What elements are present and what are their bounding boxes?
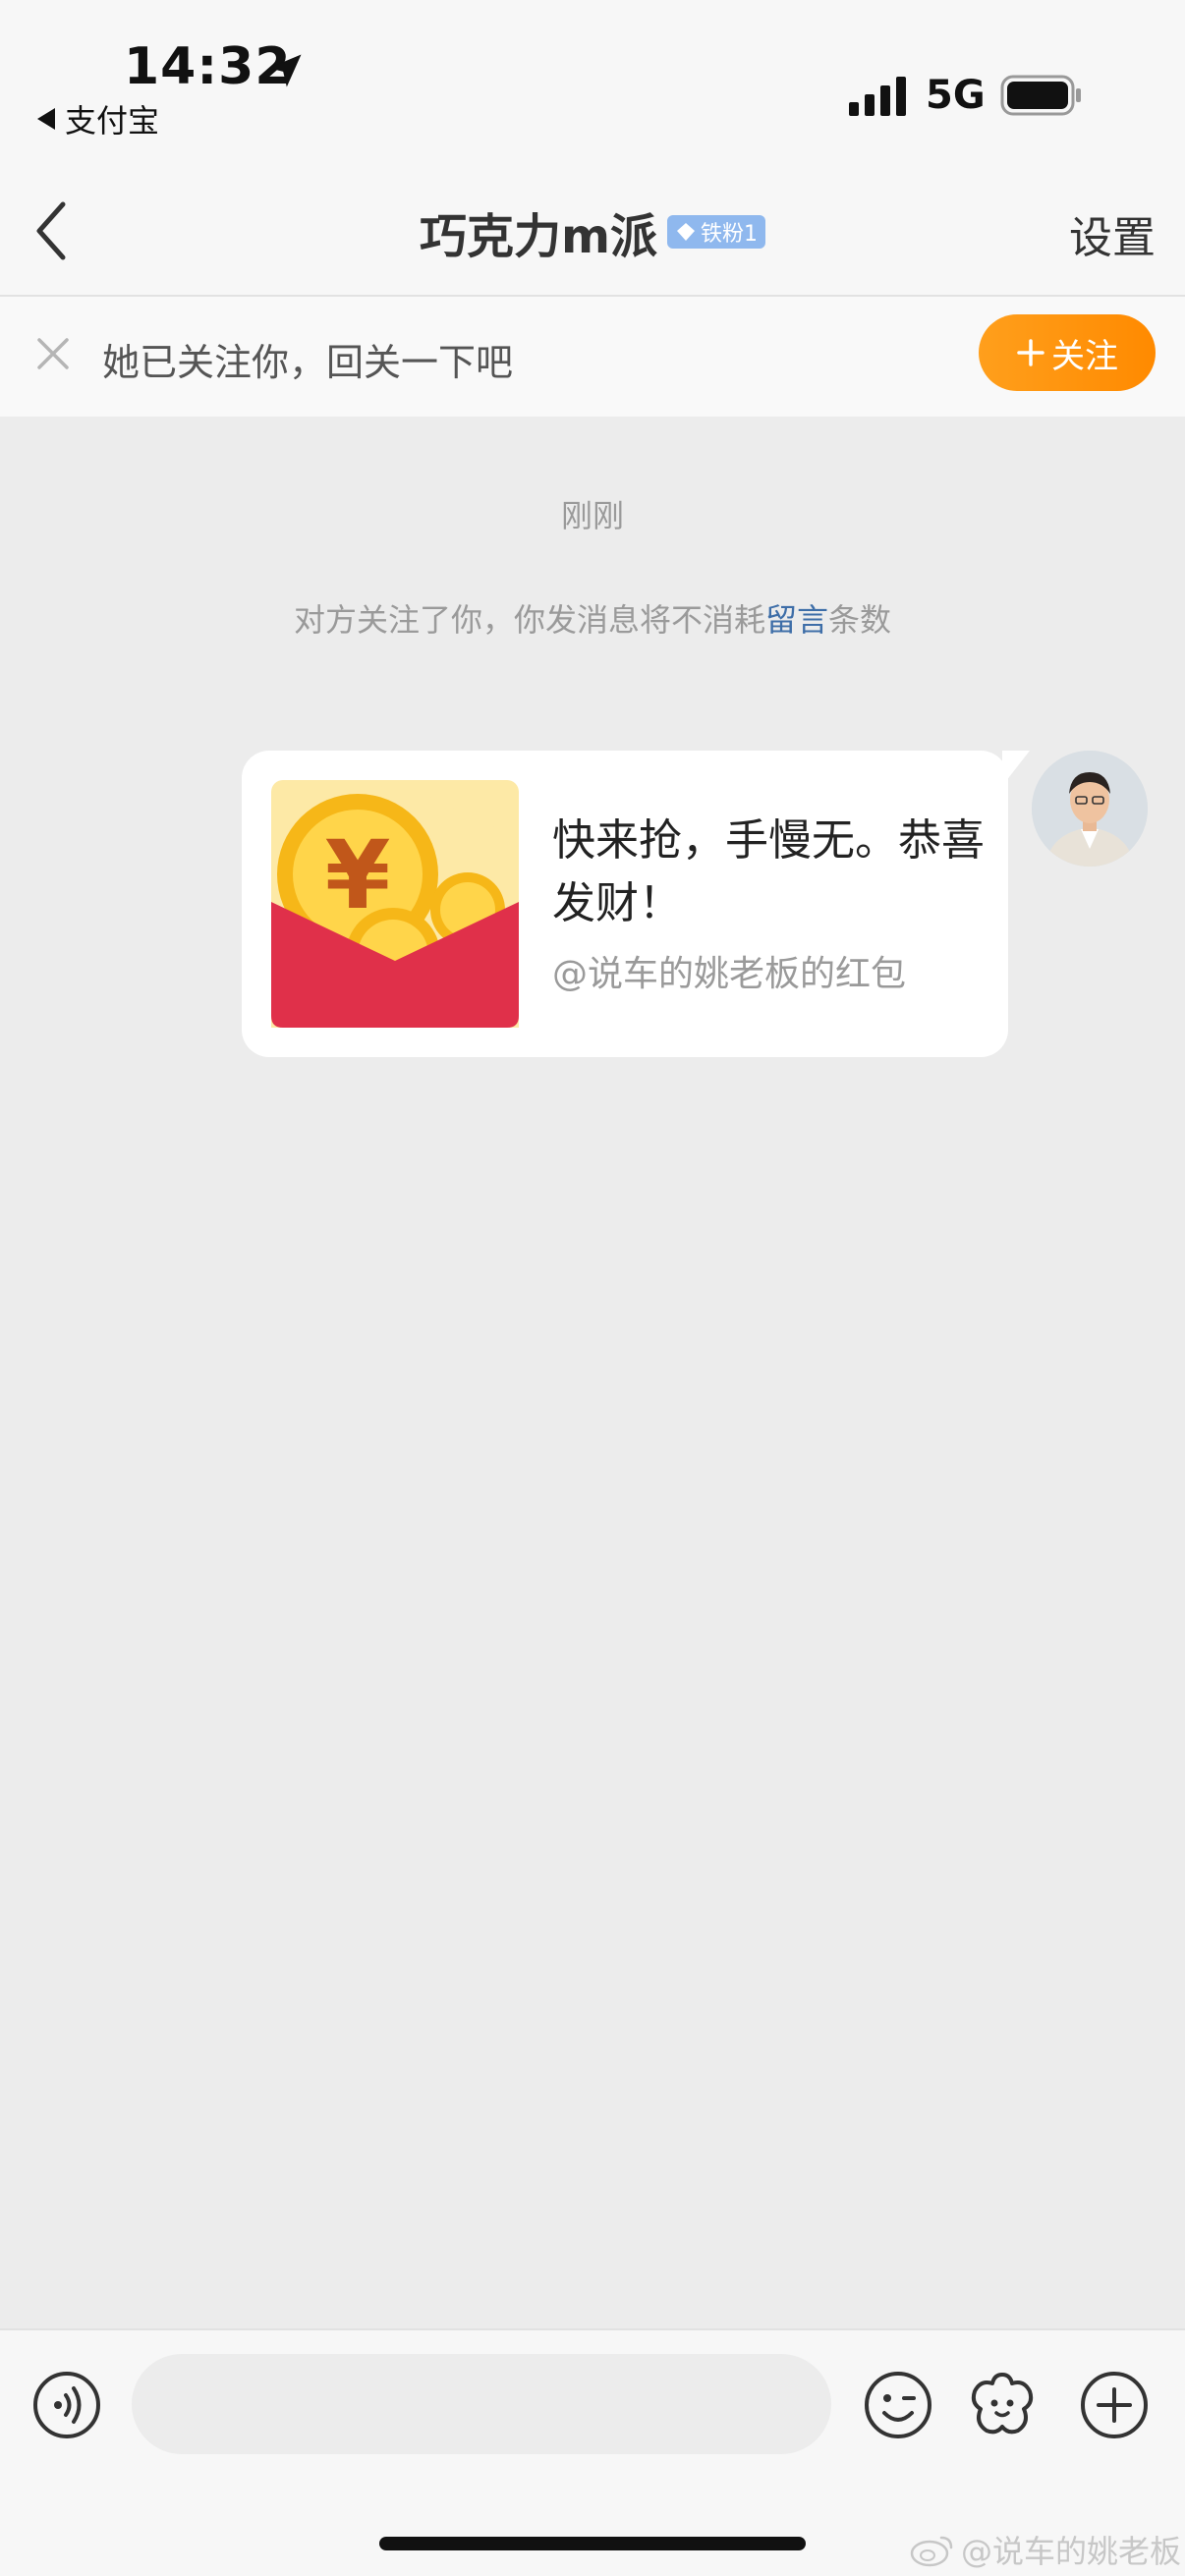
plus-icon[interactable] [1079,2370,1150,2440]
follow-button-label: 关注 [1051,337,1118,375]
location-arrow-icon [268,54,302,87]
home-indicator[interactable] [379,2537,806,2550]
watermark: @说车的姚老板 [910,2527,1181,2572]
back-app-label: 支付宝 [65,102,160,140]
avatar[interactable] [1032,751,1148,867]
battery-icon [1000,75,1081,116]
fan-level-badge: 铁粉1 [667,215,766,249]
watermark-text: @说车的姚老板 [961,2533,1182,2570]
system-notice-suffix: 条数 [828,601,892,639]
follow-back-banner: 她已关注你，回关一下吧 关注 [0,297,1185,417]
status-bar: 14:32 支付宝 5G [0,0,1185,167]
plus-icon [1017,339,1044,366]
red-packet-message[interactable]: ¥ 快来抢，手慢无。恭喜发财！ @说车的姚老板的红包 [242,751,1008,1057]
system-notice: 对方关注了你，你发消息将不消耗留言条数 [0,595,1185,641]
weibo-logo-icon [910,2536,953,2567]
follow-banner-text: 她已关注你，回关一下吧 [102,341,514,384]
fan-level-label: 铁粉1 [701,222,759,247]
message-input[interactable] [132,2354,831,2454]
cellular-signal-icon [849,77,906,116]
sticker-icon[interactable] [967,2370,1038,2440]
red-packet-greeting: 快来抢，手慢无。恭喜发财！ [552,815,985,928]
follow-back-button[interactable]: 关注 [979,314,1156,391]
diamond-icon [677,223,696,241]
message-quota-link[interactable]: 留言 [765,601,828,639]
emoji-icon[interactable] [863,2370,933,2440]
settings-button[interactable]: 设置 [1069,202,1156,265]
nav-bar: 巧克力m派 铁粉1 设置 [0,167,1185,297]
message-timestamp: 刚刚 [560,497,624,534]
system-notice-prefix: 对方关注了你，你发消息将不消耗 [293,601,765,639]
red-packet-sender: @说车的姚老板的红包 [552,954,907,994]
back-to-app-link[interactable]: 支付宝 [37,96,159,141]
back-triangle-icon [37,108,55,130]
close-icon[interactable] [33,334,73,373]
chat-title: 巧克力m派 [419,209,658,264]
voice-icon[interactable] [31,2370,102,2440]
bubble-tail [1002,751,1030,786]
red-packet-icon: ¥ [271,780,519,1028]
network-type: 5G [926,73,986,118]
nav-title-group: 巧克力m派 铁粉1 [0,167,1185,297]
